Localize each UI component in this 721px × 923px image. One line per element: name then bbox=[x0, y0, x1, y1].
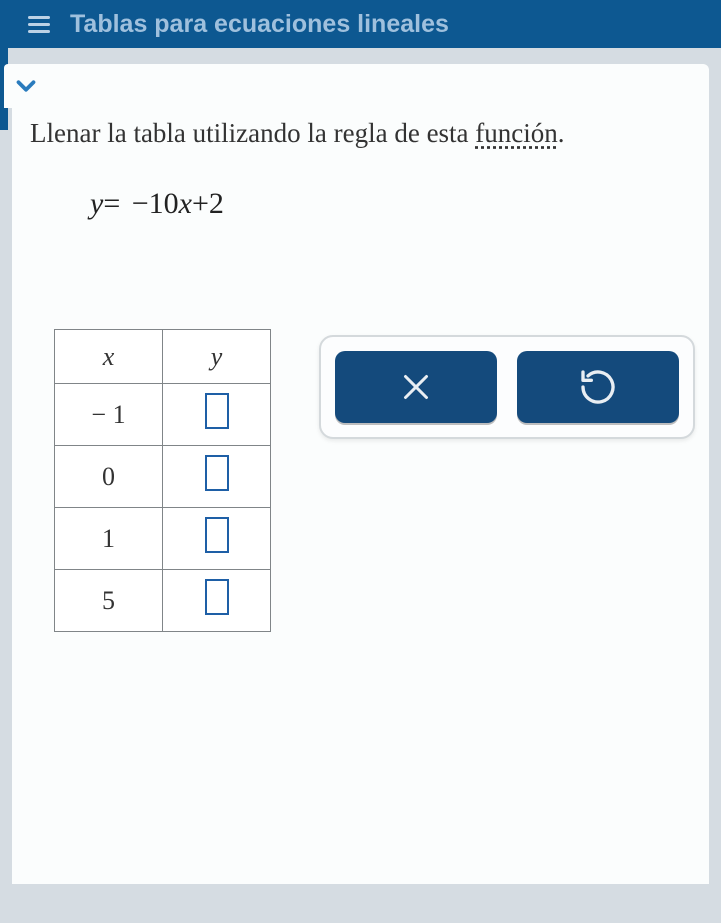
x-cell: 5 bbox=[55, 570, 163, 632]
eq-lhs: y bbox=[90, 187, 103, 220]
page-title: Tablas para ecuaciones lineales bbox=[70, 10, 449, 39]
x-icon bbox=[398, 369, 434, 405]
y-cell bbox=[163, 508, 271, 570]
eq-coef: 10 bbox=[149, 187, 179, 220]
chevron-down-icon bbox=[11, 71, 41, 101]
eq-x: x bbox=[179, 187, 192, 220]
table-row: − 1 bbox=[55, 384, 271, 446]
col-header-x: x bbox=[55, 330, 163, 384]
clear-button[interactable] bbox=[335, 351, 497, 423]
instruction-text: Llenar la tabla utilizando la regla de e… bbox=[12, 64, 709, 149]
table-row: 5 bbox=[55, 570, 271, 632]
eq-neg: − bbox=[132, 187, 149, 220]
y-input[interactable] bbox=[205, 393, 229, 429]
x-cell: 1 bbox=[55, 508, 163, 570]
eq-plus: + bbox=[192, 187, 209, 220]
menu-icon[interactable] bbox=[28, 12, 52, 36]
app-header: Tablas para ecuaciones lineales bbox=[0, 0, 721, 48]
eq-equals: = bbox=[103, 187, 120, 220]
y-cell bbox=[163, 384, 271, 446]
y-input[interactable] bbox=[205, 455, 229, 491]
content-card: Llenar la tabla utilizando la regla de e… bbox=[12, 64, 709, 884]
instruction-suffix: . bbox=[558, 118, 565, 148]
expand-button[interactable] bbox=[4, 64, 48, 108]
action-panel bbox=[319, 335, 695, 439]
instruction-prefix: Llenar la tabla utilizando la regla de e… bbox=[30, 118, 475, 148]
y-cell bbox=[163, 446, 271, 508]
values-table: x y − 1 0 1 5 bbox=[54, 329, 271, 632]
y-input[interactable] bbox=[205, 517, 229, 553]
equation: y= −10x+2 bbox=[12, 149, 709, 221]
y-cell bbox=[163, 570, 271, 632]
x-cell: 0 bbox=[55, 446, 163, 508]
col-header-y: y bbox=[163, 330, 271, 384]
reset-button[interactable] bbox=[517, 351, 679, 423]
x-cell: − 1 bbox=[55, 384, 163, 446]
eq-const: 2 bbox=[209, 187, 224, 220]
table-row: 1 bbox=[55, 508, 271, 570]
y-input[interactable] bbox=[205, 579, 229, 615]
eq-minus bbox=[120, 187, 132, 220]
function-term-link[interactable]: función bbox=[475, 118, 557, 148]
undo-icon bbox=[578, 367, 618, 407]
table-row: 0 bbox=[55, 446, 271, 508]
